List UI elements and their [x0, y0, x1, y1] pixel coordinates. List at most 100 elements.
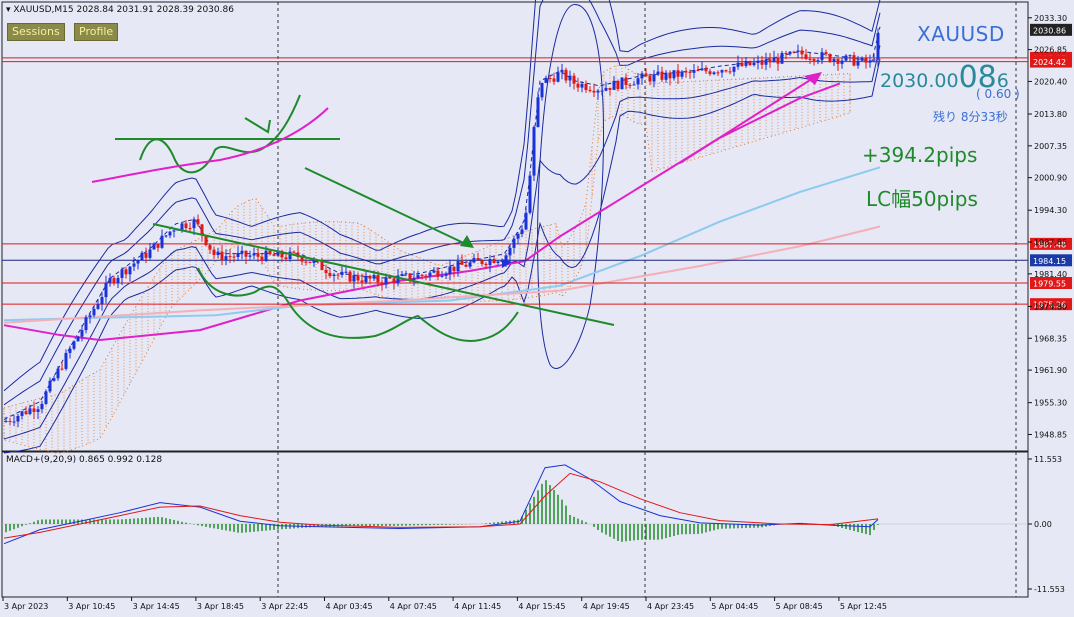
time-tick-label: 4 Apr 15:45 [518, 602, 565, 611]
candle-body [536, 97, 540, 128]
candle-body [732, 66, 736, 72]
price-tick-label: 2013.80 [1034, 110, 1067, 119]
candle-body [56, 368, 60, 379]
candle-body [772, 57, 776, 63]
candle-body [872, 59, 876, 61]
candle-body [348, 271, 352, 282]
candle-body [456, 261, 460, 272]
ichimoku-cloud-outline [3, 64, 851, 454]
candle-body [180, 223, 184, 230]
candle-body [372, 275, 376, 279]
candle-body [848, 55, 852, 57]
price-main: 2030.00 [880, 70, 959, 92]
candle-body [256, 253, 260, 257]
candle-body [464, 264, 468, 267]
candle-body [416, 274, 420, 279]
candle-body [44, 391, 48, 404]
candle-body [748, 60, 752, 66]
candle-body [192, 219, 196, 229]
candle-body [412, 278, 416, 280]
candle-body [52, 378, 56, 381]
candle-body [860, 57, 864, 61]
candle-body [684, 71, 688, 73]
candle-body [88, 315, 92, 318]
candle-body [440, 275, 444, 277]
candle-body [856, 60, 860, 66]
candle-body [508, 247, 512, 256]
candle-body [244, 250, 248, 257]
candle-body [24, 411, 28, 414]
level-price-label: 2024.42 [1033, 58, 1066, 67]
candle-body [868, 60, 872, 63]
candle-body [672, 70, 676, 79]
candle-body [828, 54, 832, 62]
candle-body [260, 256, 264, 261]
time-tick-label: 3 Apr 2023 [4, 602, 48, 611]
main-pane-border [1, 1, 1029, 452]
candle-body [836, 59, 840, 64]
candle-body [164, 235, 168, 237]
macd-signal-line [3, 472, 879, 539]
level-price-label: 2030.86 [1033, 26, 1066, 35]
sessions-button[interactable]: Sessions [7, 23, 65, 41]
candle-body [428, 272, 432, 277]
time-tick-label: 4 Apr 23:45 [647, 602, 694, 611]
candle-body [188, 228, 192, 230]
candle-body [148, 249, 152, 258]
trend-arrow-shaft [304, 167, 471, 247]
candle-body [132, 263, 136, 267]
candle-body [580, 83, 584, 88]
candle-body [736, 62, 740, 67]
candle-body [552, 78, 556, 82]
candle-body [532, 127, 536, 176]
candle-body [692, 70, 696, 73]
candle-body [476, 258, 480, 261]
candle-body [236, 252, 240, 258]
time-tick-label: 3 Apr 18:45 [197, 602, 244, 611]
sketch-arrow-icon [244, 117, 271, 134]
candle-body [124, 269, 128, 275]
candle-body [696, 70, 700, 72]
candle-body [436, 270, 440, 277]
candle-body [560, 69, 564, 73]
candle-body [332, 274, 336, 277]
candle-body [712, 72, 716, 75]
candle-body [136, 260, 140, 264]
candle-body [408, 273, 412, 280]
candle-body [268, 250, 272, 255]
level-price-label: 1984.15 [1033, 257, 1066, 266]
candle-body [468, 262, 472, 267]
pink-arrow-shaft [679, 74, 819, 164]
candle-body [676, 70, 680, 77]
candle-body [656, 71, 660, 75]
time-tick-label: 4 Apr 19:45 [583, 602, 630, 611]
candle-body [100, 297, 104, 305]
profile-button[interactable]: Profile [74, 23, 119, 41]
candle-body [776, 57, 780, 64]
price-tick-label: 1974.80 [1034, 302, 1067, 311]
candle-body [720, 70, 724, 73]
price-tick-label: 1987.85 [1034, 238, 1067, 247]
candle-body [520, 229, 524, 235]
candle-body [76, 336, 80, 342]
candle-body [92, 308, 96, 316]
candle-body [420, 274, 424, 276]
price-tick-label: 1994.30 [1034, 206, 1067, 215]
candle-body [844, 55, 848, 61]
candle-body [452, 266, 456, 272]
candle-body [624, 77, 628, 85]
candle-body [556, 72, 560, 82]
candle-body [564, 69, 568, 81]
ichimoku-cloud [3, 64, 851, 454]
candle-body [572, 75, 576, 84]
candle-body [72, 341, 76, 349]
candle-body [152, 243, 156, 250]
candle-body [168, 231, 172, 236]
candle-body [812, 59, 816, 61]
candle-body [820, 52, 824, 61]
candle-body [608, 87, 612, 90]
candle-body [84, 317, 88, 331]
macd-tick-label: 11.553 [1034, 455, 1062, 464]
candle-body [144, 252, 148, 258]
time-tick-label: 4 Apr 03:45 [326, 602, 373, 611]
